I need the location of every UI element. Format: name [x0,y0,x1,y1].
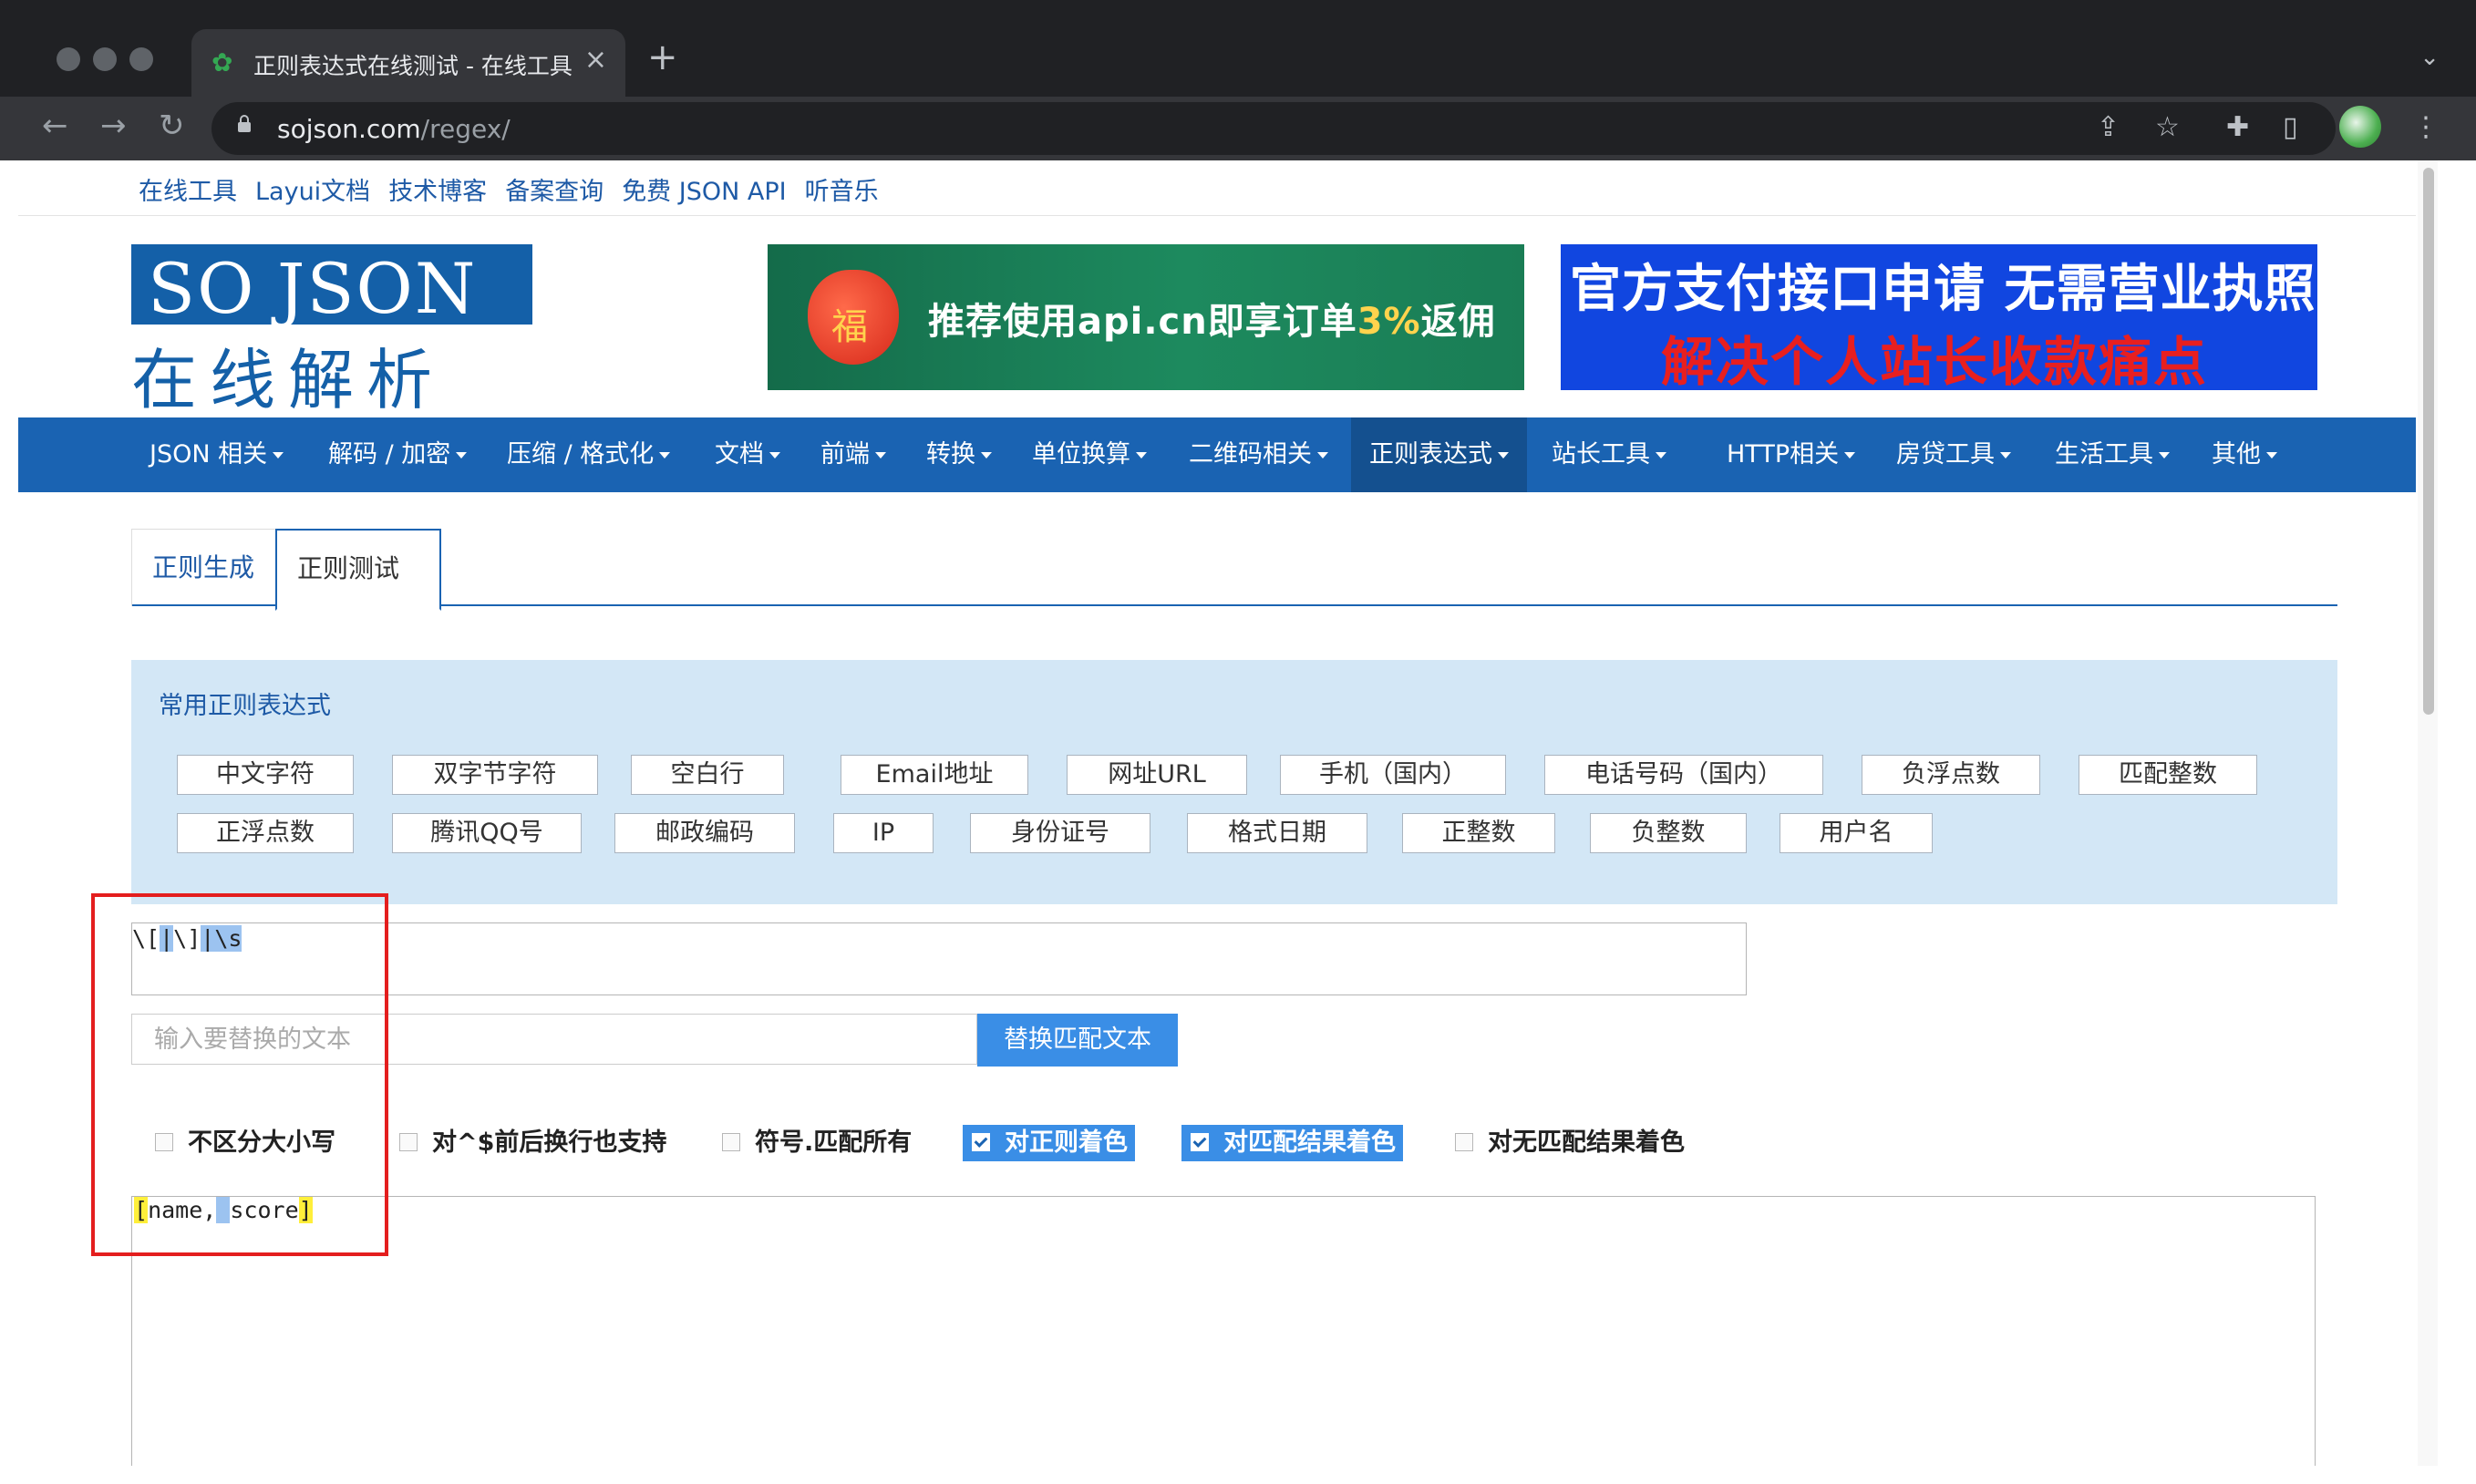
menu-kebab-icon[interactable]: ⋮ [2412,111,2440,143]
tab-regex-test[interactable]: 正则测试 [275,529,441,611]
preset-button[interactable]: 正整数 [1402,813,1555,853]
side-panel-icon[interactable]: ▯ [2283,111,2298,143]
common-regex-heading: 常用正则表达式 [159,692,331,720]
replace-matches-button[interactable]: 替换匹配文本 [977,1014,1178,1067]
nav-units[interactable]: 单位换算 [1014,417,1165,492]
option-color-regex[interactable]: 对正则着色 [963,1125,1135,1161]
nav-qrcode[interactable]: 二维码相关 [1171,417,1346,492]
preset-button[interactable]: 手机（国内） [1280,755,1506,795]
web-page: 在线工具 Layui文档 技术博客 备案查询 免费 JSON API 听音乐 SO JSO… [18,160,2438,1466]
annotation-highlight-box [91,893,388,1256]
tabs-underline [131,604,2337,606]
profile-avatar[interactable] [2339,106,2381,148]
url-text: sojson.com/regex/ [277,114,511,144]
checkbox-checked[interactable] [972,1132,990,1151]
option-multiline[interactable]: 对^$前后换行也支持 [399,1125,666,1161]
option-color-matches[interactable]: 对匹配结果着色 [1181,1125,1403,1161]
nav-decode[interactable]: 解码 / 加密 [310,417,485,492]
scrollbar-thumb[interactable] [2423,168,2434,715]
reload-icon[interactable]: ↻ [159,108,185,144]
preset-button[interactable]: 腾讯QQ号 [392,813,582,853]
preset-button[interactable]: 负整数 [1590,813,1747,853]
main-navbar: JSON 相关 解码 / 加密 压缩 / 格式化 文档 前端 转换 单位换算 二… [18,417,2416,492]
nav-json[interactable]: JSON 相关 [131,417,302,492]
page-scrollbar[interactable] [2418,160,2438,1466]
nav-convert[interactable]: 转换 [908,417,1010,492]
top-links: 在线工具 Layui文档 技术博客 备案查询 免费 JSON API 听音乐 [139,171,897,207]
preset-button[interactable]: 用户名 [1780,813,1933,853]
preset-button[interactable]: 匹配整数 [2079,755,2257,795]
ad-banner-api[interactable]: 福 推荐使用api.cn即享订单3%返佣 [768,244,1524,390]
divider [18,215,2416,216]
tab-regex-generate[interactable]: 正则生成 [131,529,295,606]
lock-icon [238,115,251,132]
checkbox-checked[interactable] [1191,1132,1209,1151]
nav-compress[interactable]: 压缩 / 格式化 [489,417,688,492]
option-color-nonmatches[interactable]: 对无匹配结果着色 [1455,1125,1685,1161]
tab-title: 正则表达式在线测试 - 在线工具 [253,53,573,79]
toplink-layui[interactable]: Layui文档 [255,178,370,206]
minimize-window-icon[interactable] [93,47,117,71]
test-text-area[interactable]: [name, score] [131,1196,2316,1466]
extensions-icon[interactable]: ✚ [2226,111,2249,143]
ad-banner-payment[interactable]: 官方支付接口申请 无需营业执照 解决个人站长收款痛点 [1561,244,2317,390]
checkbox[interactable] [399,1132,418,1151]
nav-life[interactable]: 生活工具 [2037,417,2188,492]
tab-favicon-icon: ✿ [211,47,233,77]
preset-button[interactable]: 双字节字符 [392,755,598,795]
preset-button[interactable]: 格式日期 [1187,813,1367,853]
nav-loan[interactable]: 房贷工具 [1878,417,2029,492]
browser-tab[interactable]: ✿ 正则表达式在线测试 - 在线工具 × [191,29,625,97]
preset-button[interactable]: 电话号码（国内） [1544,755,1823,795]
checkbox[interactable] [1455,1132,1473,1151]
nav-docs[interactable]: 文档 [696,417,799,492]
preset-button[interactable]: 邮政编码 [614,813,795,853]
nav-http[interactable]: HTTP相关 [1708,417,1873,492]
preset-button[interactable]: 空白行 [631,755,784,795]
preset-button[interactable]: 网址URL [1067,755,1247,795]
option-dotall[interactable]: 符号.匹配所有 [722,1125,912,1161]
zoom-window-icon[interactable] [129,47,153,71]
preset-button[interactable]: 身份证号 [970,813,1150,853]
common-regex-panel: 常用正则表达式 中文字符 双字节字符 空白行 Email地址 网址URL 手机（… [131,660,2337,904]
tab-search-chevron-icon[interactable]: ⌄ [2419,44,2440,71]
checkbox[interactable] [722,1132,740,1151]
preset-button[interactable]: Email地址 [841,755,1028,795]
site-logo[interactable]: SO JSON 在线解析 [131,244,532,418]
close-window-icon[interactable] [57,47,80,71]
toplink-tools[interactable]: 在线工具 [139,178,237,206]
nav-other[interactable]: 其他 [2193,417,2295,492]
bookmark-star-icon[interactable]: ☆ [2155,111,2180,143]
nav-webmaster[interactable]: 站长工具 [1533,417,1685,492]
back-icon[interactable]: ← [42,108,68,144]
preset-button[interactable]: 中文字符 [177,755,354,795]
nav-frontend[interactable]: 前端 [802,417,904,492]
toplink-music[interactable]: 听音乐 [805,178,879,206]
forward-icon[interactable]: → [100,108,127,144]
toplink-icp[interactable]: 备案查询 [505,178,604,206]
preset-button[interactable]: 负浮点数 [1862,755,2040,795]
address-bar[interactable]: sojson.com/regex/ [211,102,2336,155]
preset-button[interactable]: IP [833,813,934,853]
tab-close-icon[interactable]: × [584,44,607,76]
toplink-json-api[interactable]: 免费 JSON API [622,178,786,206]
ad-banner-api-text: 推荐使用api.cn即享订单3%返佣 [928,301,1496,343]
preset-button[interactable]: 正浮点数 [177,813,354,853]
share-icon[interactable]: ⇪ [2097,111,2120,143]
new-tab-icon[interactable]: + [647,36,678,78]
nav-regex[interactable]: 正则表达式 [1351,417,1527,492]
toplink-blog[interactable]: 技术博客 [388,178,487,206]
lucky-bag-icon: 福 [808,270,899,365]
